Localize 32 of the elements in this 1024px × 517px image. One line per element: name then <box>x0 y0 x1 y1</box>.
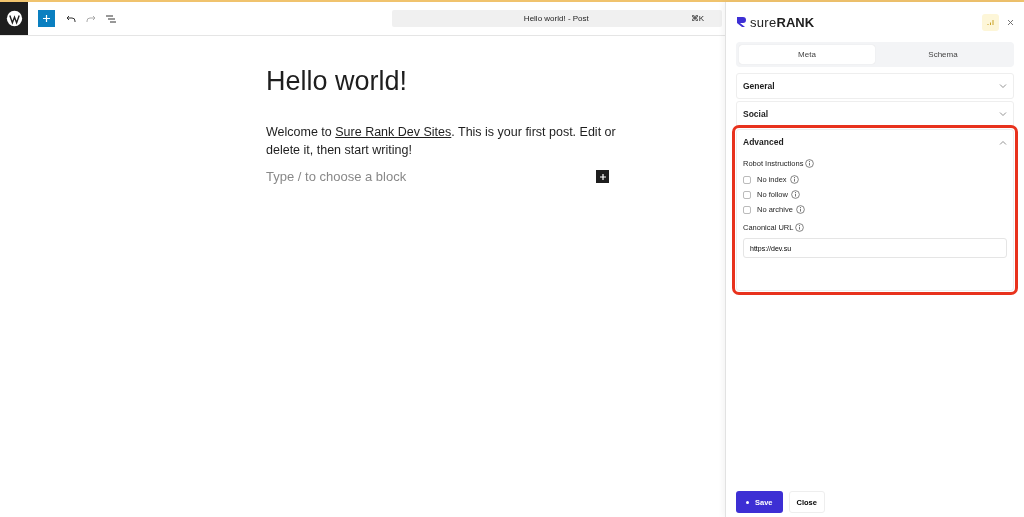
add-block-button[interactable] <box>596 170 609 183</box>
chevron-down-icon <box>999 111 1007 117</box>
checkbox[interactable] <box>743 190 751 199</box>
checkbox[interactable] <box>743 175 751 184</box>
info-icon <box>790 190 800 199</box>
info-icon <box>795 205 805 214</box>
wordpress-logo[interactable] <box>0 2 28 35</box>
command-bar[interactable]: Hello world! - Post ⌘K <box>392 10 722 27</box>
panel-tab[interactable]: Meta <box>739 45 875 64</box>
add-block-button[interactable] <box>38 10 55 27</box>
info-icon <box>805 159 815 168</box>
info-icon <box>795 223 805 232</box>
brand-name: sure <box>750 14 777 30</box>
seo-score-button[interactable] <box>982 13 999 31</box>
plus-icon <box>42 14 51 23</box>
section-header[interactable]: Advanced <box>737 130 1013 154</box>
close-icon[interactable] <box>1007 18 1014 26</box>
brand-logo-icon <box>736 16 747 28</box>
chevron-up-icon <box>999 139 1007 145</box>
checkbox[interactable] <box>743 205 751 214</box>
block-placeholder[interactable]: Type / to choose a block <box>266 169 596 184</box>
post-paragraph[interactable]: Welcome to Sure Rank Dev Sites. This is your first post. Edit or delete it, then start writing! <box>266 123 626 159</box>
section-header[interactable]: Social <box>737 102 1013 126</box>
panel-tab[interactable]: Schema <box>875 45 1011 64</box>
chevron-down-icon <box>999 83 1007 89</box>
section-header[interactable]: General <box>737 74 1013 98</box>
list-view-icon[interactable] <box>105 12 117 25</box>
brand-name-bold: RANK <box>776 14 815 30</box>
plus-icon <box>598 172 607 181</box>
post-title[interactable]: Hello world! <box>266 66 725 97</box>
bar-chart-icon <box>987 18 994 26</box>
info-icon <box>789 175 799 184</box>
